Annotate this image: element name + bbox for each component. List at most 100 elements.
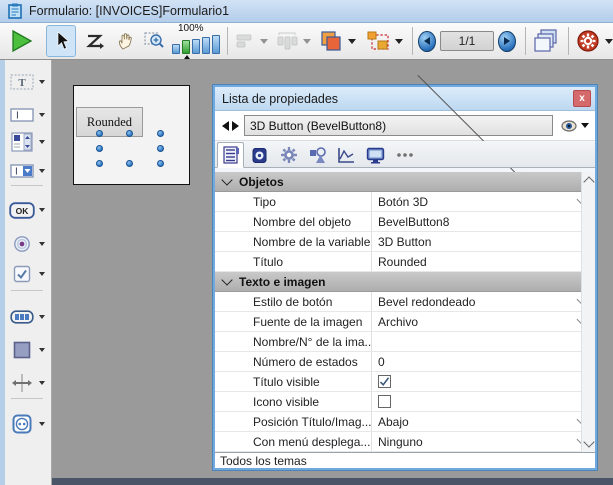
scroll-up-icon[interactable]	[583, 176, 594, 187]
level-dropdown-icon[interactable]	[348, 39, 356, 44]
zoom-bar-800[interactable]	[212, 35, 220, 54]
selection-handle-ne[interactable]	[157, 130, 164, 137]
zoom-bar-100-active[interactable]	[182, 40, 190, 54]
zoom-bar-400[interactable]	[202, 37, 210, 54]
zoom-scale-bars[interactable]	[172, 35, 222, 54]
panel-close-button[interactable]: x	[573, 90, 591, 107]
property-value[interactable]: 3D Button	[372, 232, 595, 251]
tool-dropdown-icon[interactable]	[39, 140, 45, 144]
checkbox-checked[interactable]	[378, 375, 391, 388]
svg-text:T: T	[18, 77, 26, 89]
property-value[interactable]: Rounded	[372, 252, 595, 271]
align-icon	[236, 32, 254, 50]
checkbox-unchecked[interactable]	[378, 395, 391, 408]
properties-dropdown-icon[interactable]	[605, 39, 613, 44]
zoom-tool-button[interactable]	[140, 26, 168, 56]
view-options-button[interactable]	[561, 119, 589, 133]
tool-dropdown-icon[interactable]	[39, 113, 45, 117]
tool-dropdown-icon[interactable]	[39, 348, 45, 352]
property-value-text: Botón 3D	[378, 195, 428, 209]
property-value[interactable]: Botón 3D	[372, 192, 595, 211]
property-value[interactable]: Abajo	[372, 412, 595, 431]
object-selector-dropdown[interactable]: 3D Button (BevelButton8)	[244, 115, 553, 136]
checkbox-tool[interactable]	[8, 262, 48, 286]
selection-handle-se[interactable]	[157, 160, 164, 167]
button-tool[interactable]: OK	[8, 198, 48, 222]
combobox-tool[interactable]: I	[8, 159, 48, 183]
selection-handle-nw[interactable]	[96, 130, 103, 137]
tool-dropdown-icon[interactable]	[39, 272, 45, 276]
property-label: Icono visible	[215, 392, 372, 411]
zoom-bar-200[interactable]	[192, 39, 200, 54]
selection-handle-n[interactable]	[126, 130, 133, 137]
next-object-icon[interactable]	[232, 121, 239, 131]
plugin-area-tool[interactable]	[8, 412, 48, 436]
property-value[interactable]	[372, 392, 595, 411]
window-titlebar[interactable]: Formulario: [INVOICES]Formulario1	[0, 0, 613, 23]
shapes-icon	[308, 147, 327, 164]
property-value[interactable]: Bevel redondeado	[372, 292, 595, 311]
tool-dropdown-icon[interactable]	[39, 242, 45, 246]
tab-display[interactable]	[362, 143, 389, 167]
next-page-button[interactable]	[498, 31, 516, 52]
selection-tool-button[interactable]	[46, 25, 76, 57]
tool-dropdown-icon[interactable]	[39, 315, 45, 319]
selection-handle-s[interactable]	[126, 160, 133, 167]
property-value[interactable]: Ninguno	[372, 432, 595, 451]
panel-scrollbar[interactable]	[581, 172, 595, 452]
zoom-bar-50[interactable]	[172, 44, 180, 54]
property-value[interactable]: Archivo	[372, 312, 595, 331]
ellipsis-icon	[396, 152, 414, 158]
form-properties-button[interactable]	[574, 26, 602, 56]
property-section-header[interactable]: Texto e imagen	[215, 272, 595, 292]
previous-object-icon[interactable]	[222, 121, 229, 131]
selection-handle-e[interactable]	[157, 145, 164, 152]
tool-dropdown-icon[interactable]	[39, 381, 45, 385]
button-grid-tool[interactable]	[8, 305, 48, 329]
property-value[interactable]: 0	[372, 352, 595, 371]
entry-order-tool-button[interactable]	[81, 26, 109, 56]
panel-title: Lista de propiedades	[222, 92, 338, 106]
execute-form-button[interactable]	[4, 26, 38, 56]
previous-page-button[interactable]	[418, 31, 436, 52]
grid-dropdown-icon[interactable]	[395, 39, 403, 44]
tool-dropdown-icon[interactable]	[39, 169, 45, 173]
property-row: TipoBotón 3D	[215, 192, 595, 212]
scroll-down-icon[interactable]	[583, 436, 594, 447]
selection-handle-sw[interactable]	[96, 160, 103, 167]
property-section-header[interactable]: Objetos	[215, 172, 595, 192]
property-value[interactable]	[372, 332, 595, 351]
grid-magnet-tool-button[interactable]	[364, 26, 392, 56]
tab-actions[interactable]	[275, 143, 302, 167]
tab-events[interactable]	[333, 143, 360, 167]
property-value-text: Ninguno	[378, 435, 423, 449]
panel-footer[interactable]: Todos los temas	[215, 452, 595, 468]
splitter-tool[interactable]	[8, 371, 48, 395]
eye-dropdown-icon[interactable]	[581, 123, 589, 128]
input-field-tool[interactable]: I	[8, 103, 48, 127]
tab-more[interactable]	[391, 143, 418, 167]
text-tool[interactable]: T	[8, 70, 48, 94]
selection-handle-w[interactable]	[96, 145, 103, 152]
property-value[interactable]	[372, 372, 595, 391]
object-prev-next-arrows[interactable]	[222, 121, 239, 131]
panel-titlebar[interactable]: Lista de propiedades x	[215, 87, 595, 111]
listbox-tool[interactable]	[8, 130, 48, 154]
tool-dropdown-icon[interactable]	[39, 80, 45, 84]
svg-text:I: I	[16, 111, 19, 122]
hand-tool-button[interactable]	[112, 26, 140, 56]
tool-dropdown-icon[interactable]	[39, 208, 45, 212]
tool-dropdown-icon[interactable]	[39, 422, 45, 426]
zoom-scale-control[interactable]: 100%	[172, 24, 222, 58]
tab-property-list[interactable]	[217, 142, 244, 168]
sidebar-separator	[11, 398, 43, 399]
section-title: Objetos	[239, 175, 284, 189]
tab-coordinates[interactable]	[246, 143, 273, 167]
rectangle-tool[interactable]	[8, 338, 48, 362]
level-tool-button[interactable]	[317, 26, 345, 56]
object-tool-sidebar: T I I OK	[5, 60, 52, 485]
tab-objects[interactable]	[304, 143, 331, 167]
radio-button-tool[interactable]	[8, 232, 48, 256]
property-value[interactable]: BevelButton8	[372, 212, 595, 231]
display-views-button[interactable]	[531, 26, 561, 56]
